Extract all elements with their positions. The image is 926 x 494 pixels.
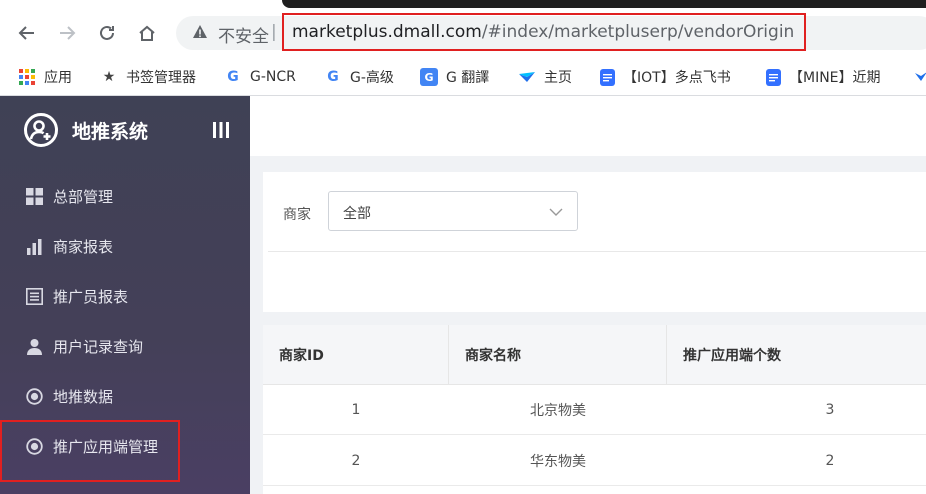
radio-icon: [25, 387, 43, 405]
table-row[interactable]: 2 华东物美 2: [263, 436, 926, 486]
home-icon[interactable]: [134, 20, 160, 46]
google-icon: G: [327, 69, 339, 85]
cell-merchant-id: 1: [351, 402, 361, 418]
user-add-logo-icon: [24, 113, 58, 147]
sidebar-title: 地推系统: [72, 120, 149, 143]
table-header-row: 商家ID 商家名称 推广应用端个数: [263, 325, 926, 385]
back-icon[interactable]: [14, 20, 40, 46]
cell-merchant-name: 华东物美: [530, 454, 586, 470]
warning-icon[interactable]: [192, 24, 208, 44]
table-row[interactable]: 1 北京物美 3: [263, 385, 926, 435]
apps-grid-icon: [18, 68, 36, 86]
bookmark-overflow[interactable]: [912, 65, 926, 89]
translate-icon: G: [420, 68, 438, 86]
sidebar-item-label: 用户记录查询: [53, 337, 144, 356]
brand[interactable]: 地推系统: [24, 112, 148, 148]
star-icon: ★: [102, 69, 116, 85]
main-content: 商家 全部 商家ID 商家名称 推广应用端个数 1 北京物美 3 2 华东物美 …: [250, 96, 926, 494]
bookmark-g-advanced[interactable]: G G-高级: [324, 65, 394, 89]
sidebar-item-label: 推广员报表: [53, 287, 129, 306]
divider: [268, 251, 926, 252]
merchant-table: 商家ID 商家名称 推广应用端个数 1 北京物美 3 2 华东物美 2: [263, 325, 926, 494]
bookmark-mine[interactable]: 【MINE】近期: [766, 65, 881, 89]
bookmark-home[interactable]: 主页: [518, 65, 572, 89]
sidebar-item-label: 总部管理: [53, 187, 114, 206]
reload-icon[interactable]: [94, 20, 120, 46]
bookmark-translate[interactable]: GG 翻譯: [420, 65, 489, 89]
user-icon: [25, 337, 43, 355]
forward-icon[interactable]: [54, 20, 80, 46]
filter-panel: 商家 全部: [263, 172, 926, 312]
sidebar-item-promoter-report[interactable]: 推广员报表: [0, 276, 250, 316]
separator: |: [271, 22, 277, 42]
cell-app-count: 3: [825, 402, 835, 418]
chevron-down-icon: [549, 204, 563, 223]
merchant-select-value: 全部: [343, 206, 371, 222]
merchant-select[interactable]: 全部: [328, 191, 578, 231]
sidebar-item-hq-management[interactable]: 总部管理: [0, 176, 250, 216]
list-icon: [25, 287, 43, 305]
sidebar-item-promotion-data[interactable]: 地推数据: [0, 376, 250, 416]
browser-toolbar: 不安全 | marketplus.dmall.com/#index/market…: [0, 8, 926, 58]
cell-merchant-name: 北京物美: [530, 403, 586, 419]
url-highlight-box: marketplus.dmall.com/#index/marketpluser…: [282, 13, 806, 51]
insecure-label[interactable]: 不安全: [218, 22, 269, 47]
bookmark-manager[interactable]: ★ 书签管理器: [100, 65, 196, 89]
grid-icon: [25, 187, 43, 205]
cell-merchant-id: 2: [351, 453, 361, 469]
doc-icon: [766, 68, 781, 86]
column-header-merchant-id[interactable]: 商家ID: [263, 325, 449, 385]
doc-icon: [600, 68, 615, 86]
bar-chart-icon: [25, 237, 43, 255]
bird-icon: [518, 68, 536, 86]
menu-collapse-icon[interactable]: [212, 120, 230, 144]
active-item-highlight-box: [0, 420, 180, 482]
bird-icon: [912, 68, 926, 86]
cell-app-count: 2: [825, 453, 835, 469]
sidebar-item-merchant-report[interactable]: 商家报表: [0, 226, 250, 266]
sidebar: 地推系统 总部管理 商家报表 推广员报表 用户记录查询 地推数据 推广应用端管理: [0, 96, 250, 494]
sidebar-item-label: 地推数据: [53, 387, 114, 406]
bookmarks-bar: 应用 ★ 书签管理器 G G-NCR G G-高级 GG 翻譯 主页 【IOT】多点飞…: [0, 58, 926, 96]
merchant-filter-label: 商家: [283, 207, 311, 223]
column-header-merchant-name[interactable]: 商家名称: [449, 325, 667, 385]
google-icon: G: [227, 69, 239, 85]
bookmark-apps[interactable]: 应用: [18, 65, 72, 89]
browser-tab-strip: [0, 0, 926, 8]
sidebar-item-user-records[interactable]: 用户记录查询: [0, 326, 250, 366]
bookmark-g-ncr[interactable]: G G-NCR: [224, 65, 296, 89]
address-bar[interactable]: 不安全 | marketplus.dmall.com/#index/market…: [176, 13, 926, 51]
url-text[interactable]: marketplus.dmall.com/#index/marketpluser…: [292, 22, 794, 42]
bookmark-iot[interactable]: 【IOT】多点飞书: [600, 65, 731, 89]
sidebar-item-label: 商家报表: [53, 237, 114, 256]
column-header-app-count[interactable]: 推广应用端个数: [667, 325, 926, 385]
main-header: [250, 96, 926, 156]
